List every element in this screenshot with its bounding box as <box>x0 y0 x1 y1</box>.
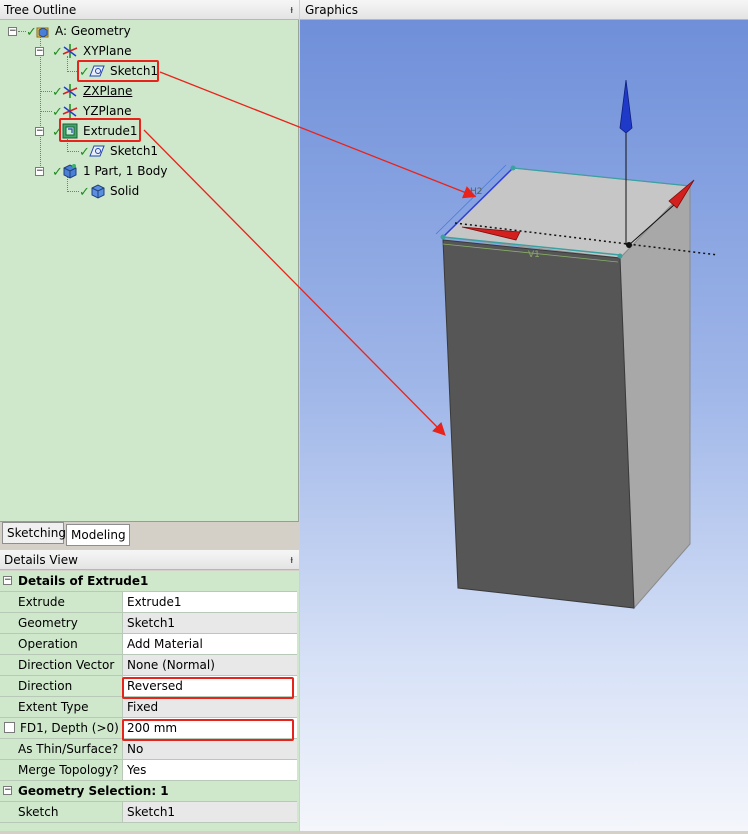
details-view-titlebar: Details View ᵼ <box>0 550 299 570</box>
property-name: Operation <box>14 634 123 654</box>
property-value[interactable]: Add Material <box>123 634 297 654</box>
details-section-header[interactable]: − Details of Extrude1 <box>0 571 297 592</box>
origin-point[interactable] <box>626 242 632 248</box>
sketch-vertex[interactable] <box>617 253 623 259</box>
graphics-viewport[interactable]: H2 V1 <box>300 20 748 831</box>
sketch-vertex[interactable] <box>510 165 516 171</box>
tree-label: ZXPlane <box>83 84 133 98</box>
details-row[interactable]: As Thin/Surface? No <box>0 739 297 760</box>
plane-axes-icon <box>62 104 78 118</box>
tree-label: Solid <box>110 184 140 198</box>
highlight-box <box>77 60 159 82</box>
property-name: Extent Type <box>14 697 123 717</box>
property-name: Extrude <box>14 592 123 612</box>
tree-label: A: Geometry <box>55 24 131 38</box>
details-row[interactable]: Merge Topology? Yes <box>0 760 297 781</box>
property-name: Direction Vector <box>14 655 123 675</box>
graphics-titlebar: Graphics <box>300 0 748 20</box>
property-value[interactable]: Yes <box>123 760 297 780</box>
highlight-box <box>122 677 294 699</box>
collapse-icon[interactable]: − <box>3 576 12 585</box>
collapse-icon[interactable]: − <box>3 786 12 795</box>
details-row[interactable]: Extent Type Fixed <box>0 697 297 718</box>
part-body-icon <box>63 164 77 179</box>
property-name: Geometry <box>14 613 123 633</box>
details-row[interactable]: Direction Vector None (Normal) <box>0 655 297 676</box>
collapse-icon[interactable]: − <box>35 47 44 56</box>
highlight-box <box>59 118 141 142</box>
plane-axes-icon <box>62 84 78 98</box>
property-name: Direction <box>14 676 123 696</box>
model-view[interactable]: H2 V1 <box>300 20 748 831</box>
tree-label: XYPlane <box>83 44 132 58</box>
parameter-checkbox[interactable] <box>4 722 15 733</box>
tree-node-part[interactable]: − ✓ 1 Part, 1 Body <box>0 161 299 181</box>
checkmark-icon: ✓ <box>79 185 90 200</box>
property-value[interactable]: None (Normal) <box>123 655 297 675</box>
property-value[interactable]: Sketch1 <box>123 613 297 633</box>
tree-node-solid[interactable]: ✓ Solid <box>0 181 299 201</box>
pin-icon[interactable]: ᵼ <box>291 0 293 20</box>
details-view-title: Details View <box>4 553 78 567</box>
z-axis-arrow-icon[interactable] <box>619 79 633 134</box>
property-value[interactable]: Extrude1 <box>123 592 297 612</box>
tree-label: 1 Part, 1 Body <box>83 164 168 178</box>
details-view: − Details of Extrude1 Extrude Extrude1 G… <box>0 571 299 831</box>
plane-axes-icon <box>62 44 78 58</box>
property-name: Sketch <box>14 802 123 822</box>
details-row[interactable]: Geometry Sketch1 <box>0 613 297 634</box>
graphics-title: Graphics <box>305 3 358 17</box>
details-row[interactable]: Sketch Sketch1 <box>0 802 297 823</box>
left-panel: Tree Outline ᵼ − ✓ A: Geometry − ✓ XYPla… <box>0 0 299 831</box>
tab-modeling[interactable]: Modeling <box>66 524 130 546</box>
property-name: FD1, Depth (>0) <box>18 718 123 738</box>
collapse-icon[interactable]: − <box>35 127 44 136</box>
sketch-icon <box>89 145 105 157</box>
details-row[interactable]: Operation Add Material <box>0 634 297 655</box>
section-title: Details of Extrude1 <box>18 574 149 588</box>
geometry-icon <box>36 27 49 38</box>
tree-node-geometry[interactable]: − ✓ A: Geometry <box>0 21 299 41</box>
tree-node-yzplane[interactable]: ✓ YZPlane <box>0 101 299 121</box>
collapse-icon[interactable]: − <box>35 167 44 176</box>
box-front-face[interactable] <box>442 239 635 609</box>
property-name: As Thin/Surface? <box>14 739 123 759</box>
tree-node-zxplane[interactable]: ✓ ZXPlane <box>0 81 299 101</box>
property-value[interactable]: Sketch1 <box>123 802 297 822</box>
tree-node-xyplane[interactable]: − ✓ XYPlane <box>0 41 299 61</box>
property-value[interactable]: No <box>123 739 297 759</box>
tree-outline-title: Tree Outline <box>4 3 77 17</box>
tree-outline-titlebar: Tree Outline ᵼ <box>0 0 299 20</box>
section-title: Geometry Selection: 1 <box>18 784 169 798</box>
mode-tabs: Sketching Modeling <box>0 521 299 548</box>
graphics-panel: Graphics H2 V1 <box>300 0 748 831</box>
sketch-vertex[interactable] <box>440 234 446 240</box>
tree-node-extrude1[interactable]: − ✓ Extrude1 <box>0 121 299 141</box>
pin-icon[interactable]: ᵼ <box>291 550 293 570</box>
tree-node-sketch1-extrude[interactable]: ✓ Sketch1 <box>0 141 299 161</box>
tab-sketching[interactable]: Sketching <box>2 522 66 544</box>
dimension-label-h2[interactable]: H2 <box>470 187 483 197</box>
dimension-label-v1[interactable]: V1 <box>528 250 540 260</box>
highlight-box <box>122 719 294 741</box>
tree-label: Sketch1 <box>110 144 159 158</box>
details-row[interactable]: Extrude Extrude1 <box>0 592 297 613</box>
collapse-icon[interactable]: − <box>8 27 17 36</box>
tree-outline: − ✓ A: Geometry − ✓ XYPlane ✓ Sketch1 ✓ … <box>0 20 299 521</box>
property-name: Merge Topology? <box>14 760 123 780</box>
details-section-header[interactable]: − Geometry Selection: 1 <box>0 781 297 802</box>
property-value[interactable]: Fixed <box>123 697 297 717</box>
solid-body-icon <box>91 184 105 199</box>
